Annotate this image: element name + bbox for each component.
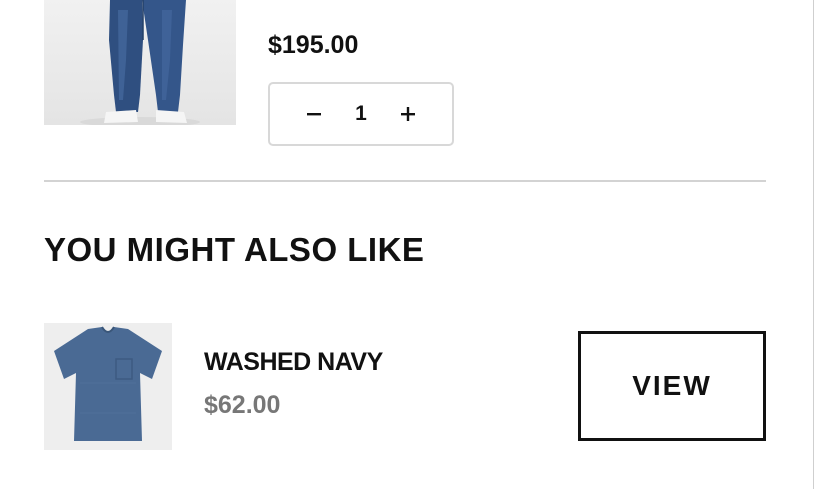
- quantity-value[interactable]: 1: [355, 102, 367, 126]
- recommendation-image[interactable]: [44, 323, 172, 450]
- minus-icon: [307, 113, 321, 116]
- recommendations-title: YOU MIGHT ALSO LIKE: [44, 231, 425, 268]
- recommendation-name[interactable]: WASHED NAVY: [204, 348, 383, 377]
- recommendation-price: $62.00: [204, 391, 281, 419]
- increment-button[interactable]: [396, 102, 420, 126]
- tshirt-image: [54, 326, 162, 441]
- quantity-stepper: 1: [268, 82, 454, 146]
- view-button[interactable]: VIEW: [578, 331, 766, 441]
- section-divider: [44, 180, 766, 182]
- plus-icon: [401, 107, 415, 121]
- decrement-button[interactable]: [302, 102, 326, 126]
- cart-item-price: $195.00: [268, 31, 359, 59]
- page-edge-divider: [813, 0, 814, 489]
- cart-item-image: [44, 0, 236, 125]
- jeans-image: [80, 0, 200, 125]
